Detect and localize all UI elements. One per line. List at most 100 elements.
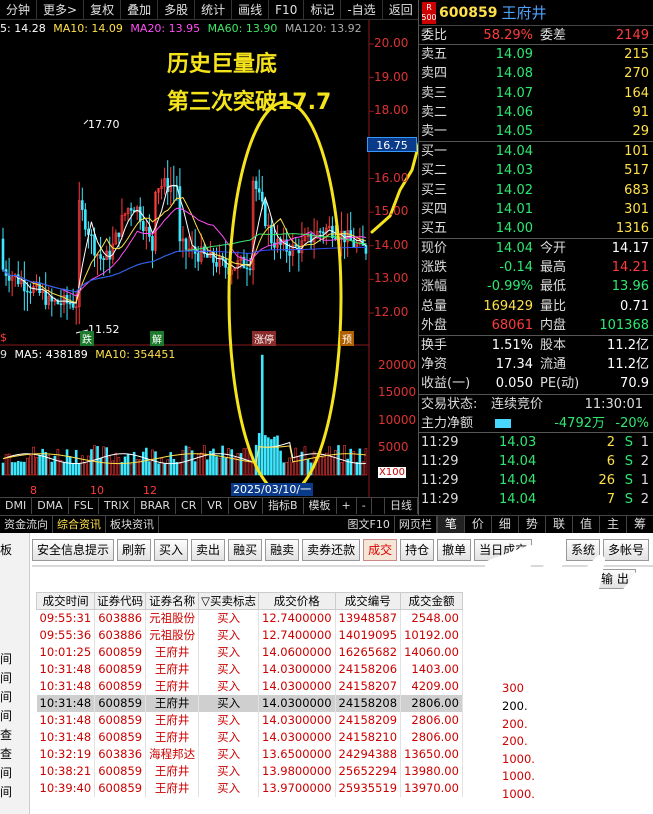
trade-button-4[interactable]: 融买 [228, 539, 263, 561]
bid-row[interactable]: 买四 14.01 301 [419, 200, 653, 219]
stock-name[interactable]: 王府井 [501, 2, 546, 23]
fills-col-header[interactable]: 成交时间 [35, 592, 96, 610]
nav-mark[interactable]: 板 [0, 541, 12, 558]
stat-label: 外盘 [421, 317, 448, 333]
ind-minus[interactable]: - [357, 498, 372, 514]
trade-button-0[interactable]: 安全信息提示 [32, 539, 115, 561]
toolbar-more[interactable]: 更多> [37, 0, 85, 20]
ask-row[interactable]: 卖三 14.07 164 [419, 84, 653, 103]
tab-web[interactable]: 网页栏 [395, 516, 437, 533]
fills-col-header[interactable]: ▽买卖标志 [198, 592, 259, 610]
tab-news[interactable]: 综合资讯 [53, 516, 106, 533]
nav-mark[interactable]: 查 [0, 726, 12, 743]
tab-sector-news[interactable]: 板块资讯 [106, 516, 159, 533]
quote-tab-zhu[interactable]: 主 [598, 516, 626, 533]
fills-row[interactable]: 09:55:36 603886 元祖股份 买入 12.7400000 14019095 10… [36, 626, 463, 644]
fills-row[interactable]: 10:31:48 600859 王府井 买入 14.0300000 24158210 280… [36, 728, 463, 746]
toolbar-stats[interactable]: 统计 [195, 0, 233, 20]
toolbar-fuquan[interactable]: 复权 [84, 0, 122, 20]
trade-button-6[interactable]: 卖券还款 [302, 539, 361, 561]
tab-fund-flow[interactable]: 资金流向 [0, 516, 53, 533]
quote-tab-lian[interactable]: 联 [544, 516, 572, 533]
nav-mark[interactable]: 间 [0, 783, 12, 800]
ind-tab-dmi[interactable]: DMI [0, 498, 33, 514]
ask-row[interactable]: 卖一 14.05 29 [419, 122, 653, 141]
fills-row[interactable]: 10:31:48 600859 王府井 买入 14.0300000 24158207 420… [36, 677, 463, 695]
nav-mark[interactable]: 间 [0, 688, 12, 705]
fills-row[interactable]: 10:31:48 600859 王府井 买入 14.0300000 24158206 140… [36, 660, 463, 678]
quote-tab-shi[interactable]: 势 [517, 516, 545, 533]
ask-row[interactable]: 卖五 14.09 215 [419, 45, 653, 64]
ind-tab-daily[interactable]: 日线 [384, 498, 418, 514]
volume-bar [16, 460, 20, 476]
fills-cell: 25652294 [335, 762, 402, 780]
fills-cell: 买入 [198, 626, 259, 644]
toolbar-period[interactable]: 分钟 [0, 0, 38, 20]
trade-button-9[interactable]: 撤单 [437, 539, 472, 561]
quote-tab-bi[interactable]: 笔 [436, 516, 464, 533]
bid-row[interactable]: 买三 14.02 683 [419, 181, 653, 200]
event-tag-1[interactable]: $ [0, 331, 7, 344]
quote-tab-zhi[interactable]: 值 [571, 516, 599, 533]
trade-button-5[interactable]: 融卖 [265, 539, 300, 561]
ind-tab-dma[interactable]: DMA [32, 498, 69, 514]
ma-line-120 [2, 246, 366, 293]
tick-price: 14.03 [499, 434, 537, 450]
fills-row[interactable]: 10:39:40 600859 王府井 买入 13.9700000 25935519 139… [36, 779, 463, 797]
toolbar-multi-stock[interactable]: 多股 [158, 0, 196, 20]
tab-f10[interactable]: 图文F10 [344, 516, 395, 533]
toolbar-overlay[interactable]: 叠加 [121, 0, 159, 20]
nav-mark[interactable]: 间 [0, 764, 12, 781]
toolbar-f10[interactable]: F10 [269, 0, 305, 20]
event-tag-2[interactable]: 跌 [80, 331, 94, 346]
trade-buttons: 安全信息提示 刷新 买入 卖出 融买 融卖 卖券还款 成交 持仓 撤单 当日成交 [32, 539, 533, 561]
fills-col-header[interactable]: 成交价格 [258, 592, 336, 610]
fund-label-2: 股本 [540, 338, 567, 353]
trade-button-2[interactable]: 买入 [154, 539, 189, 561]
quote-tab-xi[interactable]: 细 [490, 516, 518, 533]
toolbar-mark[interactable]: 标记 [304, 0, 342, 20]
nav-mark[interactable]: 查 [0, 745, 12, 762]
fills-row[interactable]: 10:32:19 603836 海程邦达 买入 13.6500000 24294388 13… [36, 745, 463, 763]
ind-tab-obv[interactable]: OBV [229, 498, 263, 514]
ind-tab-vr[interactable]: VR [202, 498, 229, 514]
toolbar-draw-line[interactable]: 画线 [232, 0, 270, 20]
trade-button-8[interactable]: 持仓 [400, 539, 435, 561]
trade-button-1[interactable]: 刷新 [117, 539, 152, 561]
bid-row[interactable]: 买一 14.04 101 [419, 142, 653, 161]
nav-mark[interactable]: 间 [0, 669, 12, 686]
fills-col-header[interactable]: 证券名称 [145, 592, 200, 610]
quote-tab-chou[interactable]: 筹 [625, 516, 653, 533]
bid-row[interactable]: 买二 14.03 517 [419, 161, 653, 180]
ind-tab-trix[interactable]: TRIX [99, 498, 136, 514]
nav-mark[interactable]: 间 [0, 707, 12, 724]
fills-table[interactable]: 成交时间 证券代码 证券名称 ▽买卖标志 成交价格 成交编号 成交金额 09:55:31 60… [35, 592, 463, 797]
ind-plus[interactable]: + [337, 498, 357, 514]
event-tag-4[interactable]: 涨停 [252, 331, 276, 346]
ask-row[interactable]: 卖四 14.08 270 [419, 64, 653, 83]
toolbar-watchlist[interactable]: -自选 [341, 0, 383, 20]
ind-tab-b[interactable]: 指标B [263, 498, 304, 514]
event-tag-5[interactable]: 预 [340, 331, 354, 346]
fills-row[interactable]: 10:38:21 600859 王府井 买入 13.9800000 25652294 139… [36, 762, 463, 780]
fills-col-header[interactable]: 证券代码 [94, 592, 147, 610]
event-tag-3[interactable]: 解 [150, 331, 164, 346]
fills-row[interactable]: 10:31:48 600859 王府井 买入 14.0300000 24158208 280… [36, 694, 463, 712]
fills-col-header[interactable]: 成交编号 [334, 592, 402, 610]
ind-tab-brar[interactable]: BRAR [135, 498, 177, 514]
nav-mark[interactable]: 间 [0, 650, 12, 667]
toolbar-back[interactable]: 返回 [383, 0, 420, 20]
fills-row[interactable]: 09:55:31 603886 元祖股份 买入 12.7400000 13948587 25… [36, 609, 463, 627]
ind-tab-fsl[interactable]: FSL [69, 498, 99, 514]
ask-row[interactable]: 卖二 14.06 91 [419, 103, 653, 122]
trade-button-7[interactable]: 成交 [363, 539, 398, 561]
tick-count: 1 [640, 434, 649, 450]
quote-tab-jia[interactable]: 价 [463, 516, 491, 533]
fills-row[interactable]: 10:31:48 600859 王府井 买入 14.0300000 24158209 280… [36, 711, 463, 729]
ind-tab-template[interactable]: 模板 [304, 498, 337, 514]
trade-button-3[interactable]: 卖出 [191, 539, 226, 561]
ind-tab-cr[interactable]: CR [176, 498, 203, 514]
fills-row[interactable]: 10:01:25 600859 王府井 买入 14.0600000 16265682 140… [36, 643, 463, 661]
fills-col-header[interactable]: 成交金额 [400, 592, 463, 610]
bid-row[interactable]: 买五 14.00 1316 [419, 219, 653, 238]
